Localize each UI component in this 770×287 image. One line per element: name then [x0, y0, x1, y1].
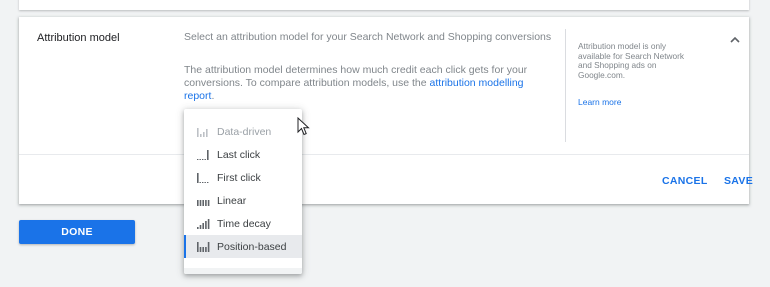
- data-driven-icon: [196, 126, 210, 138]
- menu-item-label: Linear: [217, 194, 247, 207]
- description-primary: Select an attribution model for your Sea…: [184, 31, 552, 43]
- description-secondary: The attribution model determines how muc…: [184, 64, 556, 103]
- chevron-up-icon: [730, 36, 740, 43]
- collapse-button[interactable]: [725, 31, 745, 47]
- menu-item-label: Data-driven: [217, 125, 272, 138]
- dropdown-footer: [184, 268, 302, 274]
- menu-item-time-decay[interactable]: Time decay: [184, 212, 302, 235]
- first-click-icon: [196, 172, 210, 184]
- menu-item-first-click[interactable]: First click: [184, 166, 302, 189]
- done-button[interactable]: DONE: [19, 220, 135, 244]
- menu-item-data-driven: Data-driven: [184, 120, 302, 143]
- position-based-icon: [196, 241, 210, 253]
- menu-item-label: Position-based: [217, 240, 287, 253]
- linear-icon: [196, 195, 210, 207]
- attribution-model-card: Attribution model Select an attribution …: [19, 17, 753, 204]
- section-title: Attribution model: [37, 32, 120, 44]
- last-click-icon: [196, 149, 210, 161]
- menu-item-last-click[interactable]: Last click: [184, 143, 302, 166]
- save-button[interactable]: SAVE: [724, 175, 753, 187]
- learn-more-link[interactable]: Learn more: [578, 97, 621, 107]
- side-note: Attribution model is only available for …: [578, 41, 685, 80]
- time-decay-icon: [196, 218, 210, 230]
- menu-item-label: Time decay: [217, 217, 271, 230]
- mouse-pointer-icon: [297, 117, 310, 136]
- menu-item-linear[interactable]: Linear: [184, 189, 302, 212]
- description-end: .: [211, 90, 215, 102]
- menu-item-position-based[interactable]: Position-based: [184, 235, 302, 258]
- attribution-model-dropdown: Data-driven Last click First click Linea…: [184, 109, 302, 274]
- menu-item-label: Last click: [217, 148, 261, 161]
- horizontal-divider: [19, 154, 749, 155]
- previous-section-card: [19, 0, 749, 10]
- cancel-button[interactable]: CANCEL: [662, 175, 708, 187]
- vertical-divider: [565, 29, 566, 142]
- menu-item-label: First click: [217, 171, 261, 184]
